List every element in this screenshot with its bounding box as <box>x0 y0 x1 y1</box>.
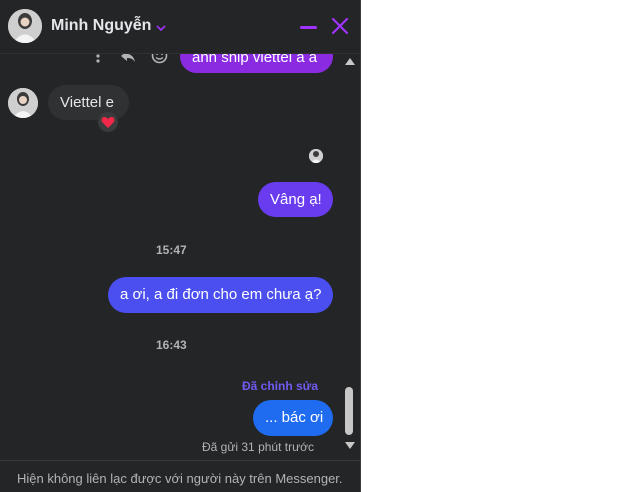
contact-avatar[interactable] <box>8 9 42 43</box>
chat-header: Minh Nguyễn <box>0 0 360 54</box>
scroll-up-arrow-icon[interactable] <box>345 58 355 65</box>
message-bubble-outgoing[interactable]: a ơi, a đi đơn cho em chưa ạ? <box>108 277 333 313</box>
chevron-down-icon[interactable] <box>156 20 166 32</box>
message-text: Viettel e <box>60 94 114 111</box>
message-bubble-outgoing[interactable]: Vâng ạ! <box>258 182 333 217</box>
chat-window: anh ship viettel a a Viettel e Vâng ạ! 1… <box>0 0 361 492</box>
scrollbar[interactable] <box>341 54 357 460</box>
edited-label[interactable]: Đã chỉnh sửa <box>242 379 318 393</box>
message-bubble-outgoing[interactable]: ... bác ơi <box>253 400 333 436</box>
contact-avatar[interactable] <box>8 88 38 118</box>
message-text: ... bác ơi <box>265 409 324 426</box>
timestamp: 16:43 <box>156 338 187 352</box>
minimize-icon[interactable] <box>300 26 317 29</box>
heart-reaction-icon[interactable] <box>98 112 118 132</box>
close-icon[interactable] <box>331 17 349 35</box>
message-text: Vâng ạ! <box>270 191 322 208</box>
timestamp: 15:47 <box>156 243 187 257</box>
message-bubble-incoming[interactable]: Viettel e <box>48 85 129 120</box>
message-list[interactable]: anh ship viettel a a Viettel e Vâng ạ! 1… <box>0 0 360 460</box>
contact-name[interactable]: Minh Nguyễn <box>51 17 151 35</box>
sent-status: Đã gửi 31 phút trước <box>202 440 314 454</box>
message-text: a ơi, a đi đơn cho em chưa ạ? <box>120 286 322 303</box>
chat-footer: Hiện không liên lạc được với người này t… <box>0 460 360 492</box>
scroll-down-arrow-icon[interactable] <box>345 442 355 449</box>
unavailable-notice: Hiện không liên lạc được với người này t… <box>17 471 343 486</box>
seen-avatar <box>309 149 323 163</box>
scrollbar-thumb[interactable] <box>345 387 353 435</box>
